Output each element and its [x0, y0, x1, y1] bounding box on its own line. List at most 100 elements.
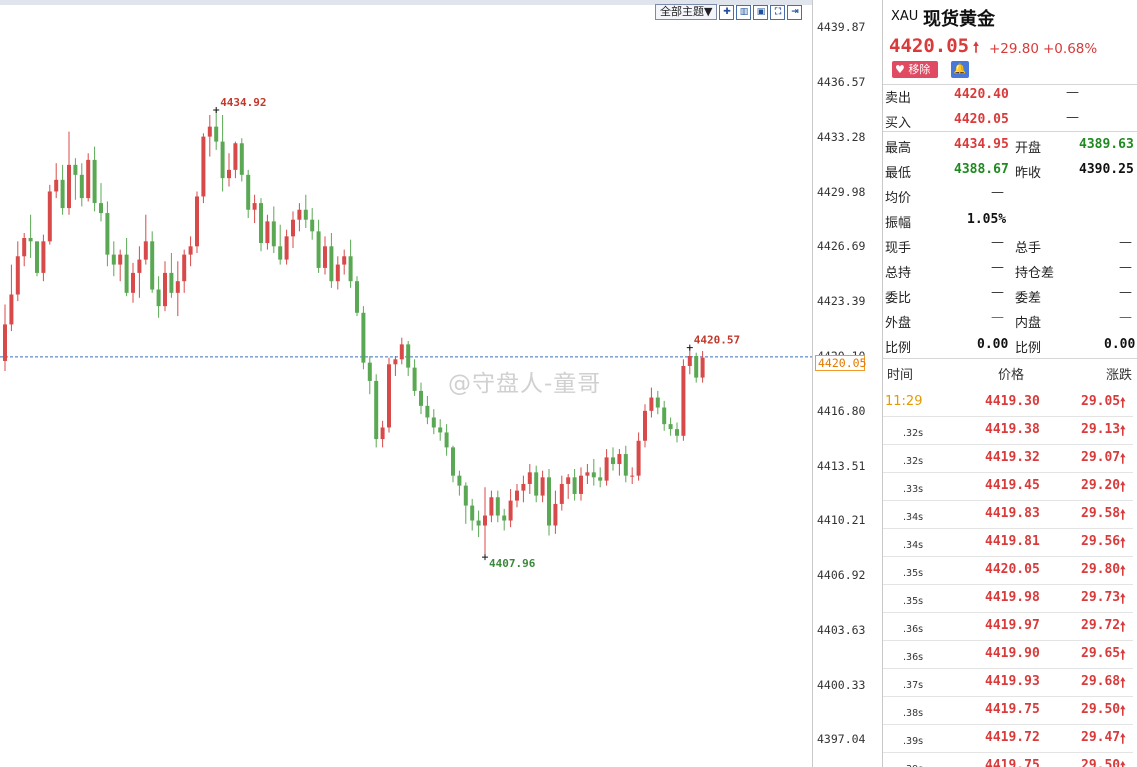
columns-icon[interactable]: ▥ — [736, 4, 752, 20]
candle — [483, 487, 487, 558]
candle-body — [489, 497, 494, 516]
tick-price: 4419.97 — [985, 618, 1040, 633]
candle-body — [188, 246, 193, 255]
candle — [534, 465, 539, 503]
tick-change: 29.65 — [1081, 646, 1121, 661]
candle — [182, 249, 187, 293]
candle-body — [438, 427, 443, 433]
tick-row: .36s 4419.97 29.72 🠕 — [883, 617, 1137, 645]
total-hand-value: — — [1119, 235, 1132, 250]
remove-favorite-button[interactable]: ♥ 移除 — [892, 61, 938, 78]
candle-body — [143, 241, 148, 260]
candle-body — [579, 475, 583, 494]
candle — [73, 158, 78, 200]
bell-icon: 🔔 — [953, 64, 967, 75]
candle — [419, 382, 423, 415]
candle — [655, 390, 660, 415]
chart-canvas[interactable]: 4434.92 4407.96 4420.57 — [0, 0, 812, 767]
candle-body — [67, 164, 71, 209]
candle-body — [374, 380, 379, 440]
candlestick-chart[interactable]: 4434.92 4407.96 4420.57 — [0, 0, 812, 767]
candle-body — [73, 164, 78, 175]
alert-bell-button[interactable]: 🔔 — [951, 61, 969, 78]
up-arrow-icon: 🠕 — [1120, 592, 1126, 607]
tick-row: .34s 4419.81 29.56 🠕 — [883, 533, 1137, 561]
window-icon[interactable]: ▣ — [753, 4, 769, 20]
tick-price: 4419.81 — [985, 534, 1040, 549]
candle — [367, 355, 372, 395]
y-tick-label: 4416.80 — [817, 403, 866, 418]
candle — [649, 387, 654, 418]
candle-body — [233, 143, 238, 170]
candle-body — [412, 367, 417, 391]
candle — [623, 445, 628, 483]
cur-hand-value: — — [991, 235, 1004, 250]
candle-body — [28, 237, 33, 242]
tick-change: 29.13 — [1081, 422, 1121, 437]
tick-time: .33s — [903, 484, 924, 495]
candle — [9, 264, 14, 332]
tick-price: 4419.75 — [985, 702, 1040, 717]
candle-body — [86, 159, 91, 199]
candle-body — [470, 505, 475, 521]
tick-time: 11:29 — [885, 394, 923, 409]
exit-icon[interactable]: ⇥ — [787, 4, 803, 20]
extreme-label: 4407.96 — [489, 557, 536, 570]
tick-change: 29.50 — [1081, 702, 1121, 717]
extreme-marker — [482, 554, 488, 561]
candle-body — [508, 500, 513, 521]
candle-body — [566, 477, 571, 484]
tick-change: 29.50 — [1081, 758, 1121, 767]
candle — [67, 131, 71, 215]
ratio-right-label: 比例 — [1015, 341, 1042, 356]
tick-price: 4419.83 — [985, 506, 1040, 521]
tick-price: 4420.05 — [985, 562, 1040, 577]
grid-icon[interactable]: ✚ — [719, 4, 735, 20]
fullscreen-icon[interactable]: ⛶ — [770, 4, 786, 20]
candle — [201, 133, 206, 204]
total-hold-value: — — [991, 260, 1004, 275]
candle — [54, 163, 59, 199]
candle — [687, 347, 692, 375]
candle — [579, 467, 583, 501]
candle — [566, 473, 571, 499]
candle — [175, 261, 180, 317]
candle-body — [79, 174, 84, 199]
tick-change: 29.72 — [1081, 618, 1121, 633]
candle-body — [175, 281, 180, 293]
tick-price: 4419.98 — [985, 590, 1040, 605]
heart-icon: ♥ — [895, 63, 905, 76]
candle-body — [419, 390, 423, 406]
candle — [335, 256, 340, 290]
tick-price: 4419.93 — [985, 674, 1040, 689]
theme-dropdown[interactable]: 全部主题▼ — [655, 4, 718, 20]
up-arrow-icon: 🠕 — [973, 40, 980, 56]
candle — [47, 184, 52, 245]
hold-diff-value: — — [1119, 260, 1132, 275]
candle — [643, 404, 647, 448]
tick-time: .35s — [903, 568, 924, 579]
candle-body — [124, 254, 129, 293]
watermark: @守盘人-童哥 — [448, 371, 602, 397]
candle-body — [163, 272, 167, 307]
candle-body — [220, 141, 225, 179]
candle — [86, 153, 91, 202]
candle — [502, 508, 507, 531]
tick-price: 4419.72 — [985, 730, 1040, 745]
candle-body — [463, 485, 468, 506]
candle — [681, 359, 686, 441]
candle — [521, 475, 526, 503]
candle — [278, 224, 283, 265]
commit-ratio-label: 委比 — [885, 291, 912, 306]
candle-body — [297, 209, 302, 220]
up-arrow-icon: 🠕 — [1120, 480, 1126, 495]
candle-body — [476, 520, 481, 526]
up-arrow-icon: 🠕 — [1120, 648, 1126, 663]
candle-body — [118, 254, 123, 265]
y-tick-label: 4400.33 — [817, 677, 866, 692]
candle — [540, 470, 545, 503]
candle-body — [60, 179, 65, 209]
candle — [380, 420, 385, 448]
candle — [694, 352, 699, 383]
candle-body — [502, 515, 507, 521]
